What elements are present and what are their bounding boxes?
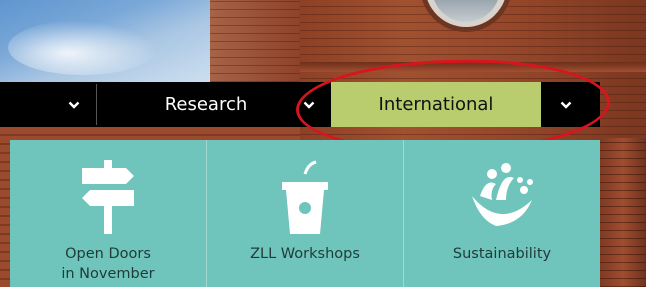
sky — [0, 0, 210, 82]
tile-label-line: Sustainability — [452, 246, 552, 262]
nav-item-label: Research — [164, 94, 248, 115]
tile-open-doors[interactable]: Open Doors in November — [10, 140, 206, 287]
tile-label: Sustainability — [453, 244, 551, 264]
building-pillar — [600, 138, 646, 287]
sustainability-icon — [466, 152, 538, 234]
feature-tiles-panel: Open Doors in November ZLL Workshops Sus… — [10, 140, 600, 287]
tile-label: ZLL Workshops — [250, 244, 360, 264]
tile-label: Open Doors in November — [61, 244, 154, 284]
tile-sustainability[interactable]: Sustainability — [403, 140, 600, 287]
tile-label-line: ZLL Workshops — [250, 246, 360, 262]
lectern-icon — [278, 152, 332, 234]
nav-item-research[interactable]: Research — [97, 82, 287, 127]
chevron-down-icon[interactable] — [52, 82, 96, 127]
cloud — [8, 20, 158, 75]
page-background: Research International Open Doors in Nov… — [0, 0, 646, 287]
building-facade — [200, 0, 310, 82]
tile-label-line: Open Doors — [65, 246, 151, 262]
tile-label-line: in November — [61, 266, 155, 282]
tile-zll-workshops[interactable]: ZLL Workshops — [206, 140, 403, 287]
signpost-icon — [76, 152, 140, 234]
